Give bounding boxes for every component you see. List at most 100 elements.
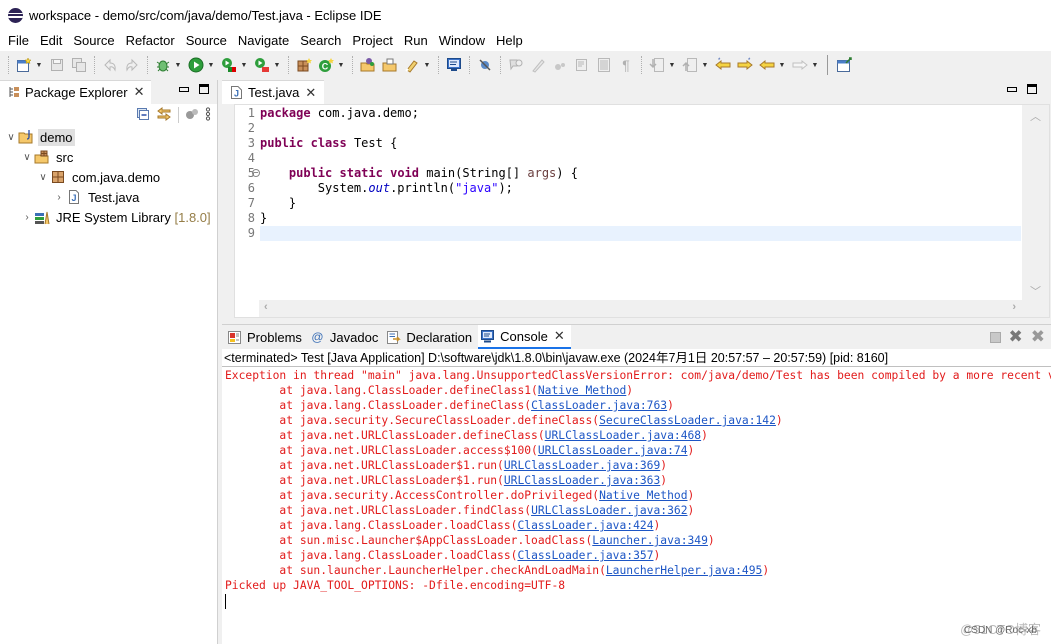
redo-icon[interactable] [124, 57, 140, 73]
stack-trace-link[interactable]: URLClassLoader.java:363 [504, 474, 660, 487]
maximize-icon[interactable] [199, 84, 209, 94]
open-perspective-icon[interactable] [836, 57, 852, 73]
previous-annotation-dropdown[interactable]: ▼ [701, 62, 709, 69]
coverage-icon[interactable] [221, 57, 237, 73]
run-dropdown[interactable]: ▼ [207, 62, 215, 69]
stack-trace-link[interactable]: LauncherHelper.java:495 [606, 564, 762, 577]
code-line[interactable]: 5− public static void main(String[] args… [248, 166, 1021, 181]
menu-edit[interactable]: Edit [35, 33, 67, 48]
search-dropdown[interactable]: ▼ [423, 62, 431, 69]
tree-item-src[interactable]: ∨ src [0, 147, 217, 167]
code-line[interactable]: 4 [248, 151, 1021, 166]
toggle-editor-icon[interactable] [574, 57, 590, 73]
terminate-icon[interactable] [989, 331, 1001, 343]
tree-item-project[interactable]: ∨ demo [0, 127, 217, 147]
external-tools-dropdown[interactable]: ▼ [273, 62, 281, 69]
show-whitespace-icon[interactable]: ¶ [618, 57, 634, 73]
code-editor[interactable]: 1 package com.java.demo; 2 3 public class Te… [234, 104, 1050, 318]
tree-item-package[interactable]: ∨ com.java.demo [0, 167, 217, 187]
new-class-dropdown[interactable]: ▼ [337, 62, 345, 69]
menu-file[interactable]: File [3, 33, 34, 48]
tree-item-jre-library[interactable]: › JRE System Library [1.8.0] [0, 207, 217, 227]
collapsed-chevron-icon[interactable]: › [20, 212, 34, 223]
view-menu-icon[interactable] [205, 106, 211, 124]
undo-icon[interactable] [102, 57, 118, 73]
code-line[interactable]: 1 package com.java.demo; [248, 106, 1021, 121]
back-dropdown[interactable]: ▼ [778, 62, 786, 69]
stack-trace-link[interactable]: ClassLoader.java:357 [517, 549, 653, 562]
next-annotation-icon[interactable] [649, 57, 665, 73]
save-all-icon[interactable] [71, 57, 87, 73]
stack-trace-link[interactable]: ClassLoader.java:763 [531, 399, 667, 412]
stack-trace-link[interactable]: URLClassLoader.java:369 [504, 459, 660, 472]
code-line[interactable]: 6 System.out.println("java"); [248, 181, 1021, 196]
coverage-dropdown[interactable]: ▼ [240, 62, 248, 69]
code-line[interactable]: 3 public class Test { [248, 136, 1021, 151]
toggle-breadcrumb-icon[interactable] [552, 57, 568, 73]
link-with-editor-icon[interactable] [156, 106, 172, 124]
next-annotation-dropdown[interactable]: ▼ [668, 62, 676, 69]
tab-problems[interactable]: Problems [225, 325, 308, 349]
previous-annotation-icon[interactable] [682, 57, 698, 73]
collapsed-chevron-icon[interactable]: › [52, 192, 66, 203]
stack-trace-link[interactable]: URLClassLoader.java:362 [531, 504, 687, 517]
menu-refactor[interactable]: Refactor [121, 33, 180, 48]
stack-trace-link[interactable]: SecureClassLoader.java:142 [599, 414, 776, 427]
debug-dropdown[interactable]: ▼ [174, 62, 182, 69]
back-icon[interactable] [759, 57, 775, 73]
debug-icon[interactable] [155, 57, 171, 73]
stack-trace-link[interactable]: URLClassLoader.java:468 [545, 429, 701, 442]
expanded-chevron-icon[interactable]: ∨ [4, 132, 18, 143]
close-icon[interactable]: ✕ [305, 85, 316, 101]
remove-all-terminated-icon[interactable]: ✖ [1031, 328, 1045, 345]
scroll-right-icon[interactable]: › [1012, 301, 1016, 313]
code-line[interactable]: 7 } [248, 196, 1021, 211]
console-output[interactable]: Exception in thread "main" java.lang.Uns… [222, 367, 1051, 609]
minimize-icon[interactable] [1007, 87, 1017, 92]
code-line[interactable]: 2 [248, 121, 1021, 136]
tab-package-explorer[interactable]: Package Explorer ✕ [0, 79, 151, 104]
open-type-icon[interactable] [360, 57, 376, 73]
collapse-all-icon[interactable] [136, 107, 150, 124]
stack-trace-link[interactable]: Native Method [599, 489, 687, 502]
menu-project[interactable]: Project [347, 33, 397, 48]
stack-trace-link[interactable]: Native Method [538, 384, 626, 397]
skip-breakpoints-icon[interactable] [477, 57, 493, 73]
code-area[interactable]: 1 package com.java.demo; 2 3 public class Te… [248, 106, 1021, 241]
forward-dropdown[interactable]: ▼ [811, 62, 819, 69]
toggle-block-selection-icon[interactable] [530, 57, 546, 73]
maximize-icon[interactable] [1027, 84, 1037, 94]
tree-item-java-file[interactable]: › J Test.java [0, 187, 217, 207]
expanded-chevron-icon[interactable]: ∨ [20, 152, 34, 163]
save-icon[interactable] [49, 57, 65, 73]
stack-trace-link[interactable]: ClassLoader.java:424 [517, 519, 653, 532]
last-edit-back-icon[interactable]: * [715, 57, 731, 73]
search-icon[interactable] [404, 57, 420, 73]
menu-navigate[interactable]: Navigate [233, 33, 294, 48]
scroll-up-icon[interactable]: ︿ [1030, 108, 1041, 124]
toggle-mark-occurrences-icon[interactable] [508, 57, 524, 73]
close-icon[interactable]: ✕ [554, 328, 565, 344]
new-java-package-icon[interactable] [296, 57, 312, 73]
tab-test-java[interactable]: J Test.java ✕ [222, 80, 325, 104]
menu-source-2[interactable]: Source [181, 33, 232, 48]
run-icon[interactable] [188, 57, 204, 73]
filter-icon[interactable] [185, 107, 199, 124]
tab-console[interactable]: Console ✕ [478, 325, 571, 349]
tab-declaration[interactable]: Declaration [384, 325, 478, 349]
external-tools-icon[interactable] [254, 57, 270, 73]
horizontal-scrollbar[interactable]: ‹ › [259, 300, 1049, 317]
open-task-icon[interactable] [382, 57, 398, 73]
minimize-icon[interactable] [179, 87, 189, 92]
word-wrap-icon[interactable] [596, 57, 612, 73]
tab-javadoc[interactable]: @ Javadoc [308, 325, 384, 349]
new-java-class-icon[interactable]: C [318, 57, 334, 73]
code-line[interactable]: 9 [248, 226, 1021, 241]
remove-launch-icon[interactable]: ✖ [1009, 328, 1023, 345]
new-icon[interactable] [16, 57, 32, 73]
code-line[interactable]: 8} [248, 211, 1021, 226]
menu-search[interactable]: Search [295, 33, 346, 48]
menu-help[interactable]: Help [491, 33, 528, 48]
vertical-scrollbar[interactable]: ︿ ﹀ [1022, 105, 1049, 301]
close-icon[interactable]: ✕ [134, 84, 145, 100]
